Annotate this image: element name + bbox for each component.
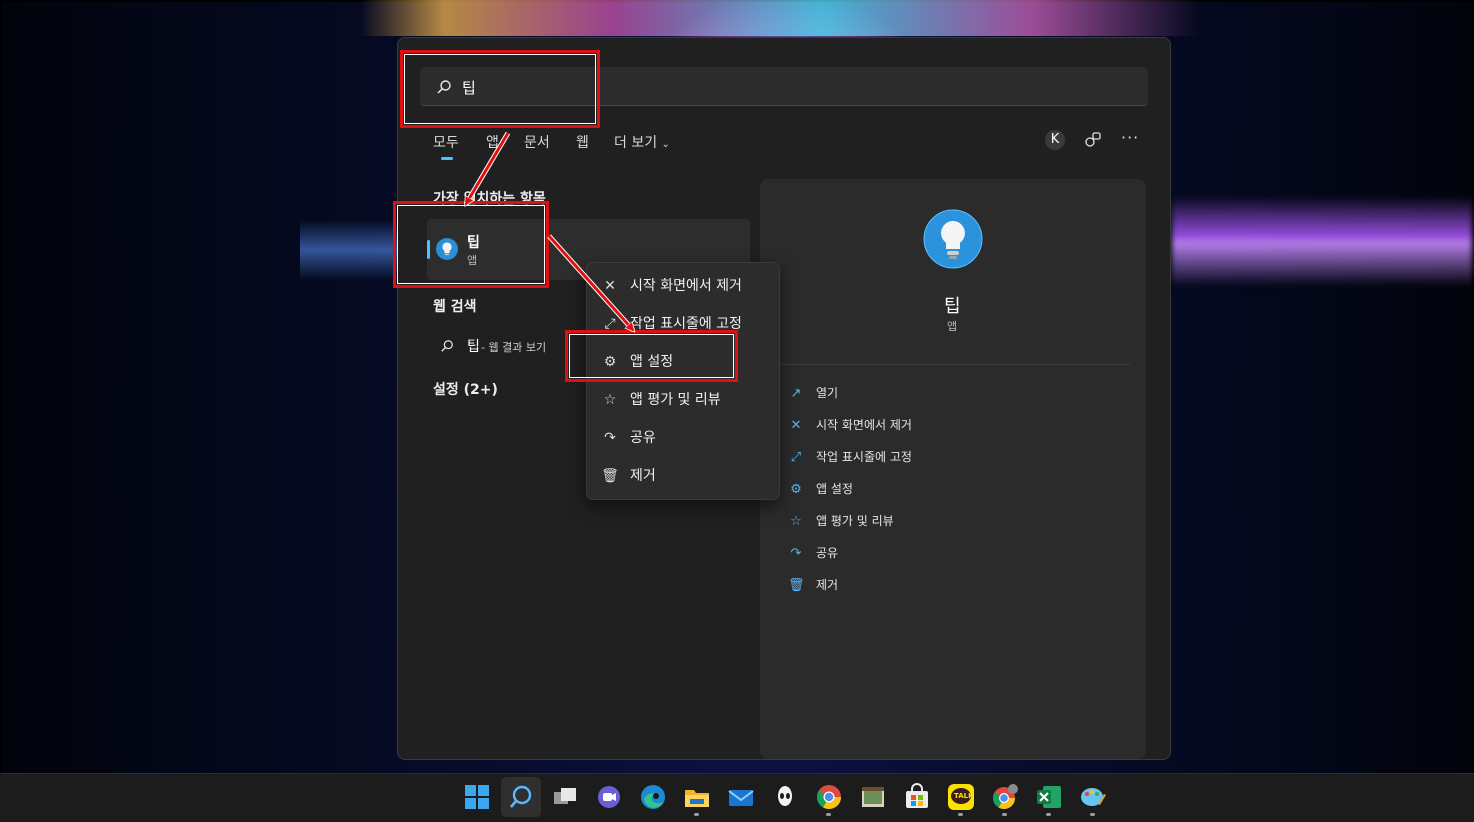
running-indicator	[826, 813, 831, 816]
paint-icon[interactable]	[1078, 782, 1108, 812]
excel-icon[interactable]	[1034, 782, 1064, 812]
edge-icon[interactable]	[638, 782, 668, 812]
task-view-icon[interactable]	[550, 782, 580, 812]
chrome-icon[interactable]	[814, 782, 844, 812]
store-icon[interactable]	[902, 782, 932, 812]
alienware-icon[interactable]	[770, 782, 800, 812]
chrome-profile-icon[interactable]	[990, 782, 1020, 812]
file-explorer-icon[interactable]	[682, 782, 712, 812]
windows-start-icon[interactable]	[462, 782, 492, 812]
running-indicator	[958, 813, 963, 816]
mail-icon[interactable]	[726, 782, 756, 812]
chat-icon[interactable]	[594, 782, 624, 812]
kakaotalk-label: TALK	[954, 792, 974, 800]
photo-viewer-icon[interactable]	[858, 782, 888, 812]
annotation-arrows	[463, 131, 1474, 822]
running-indicator	[1002, 813, 1007, 816]
running-indicator	[1046, 813, 1051, 816]
kakaotalk-icon[interactable]: TALK	[946, 782, 976, 812]
search-icon[interactable]	[506, 782, 536, 812]
running-indicator	[1090, 813, 1095, 816]
running-indicator	[694, 813, 699, 816]
